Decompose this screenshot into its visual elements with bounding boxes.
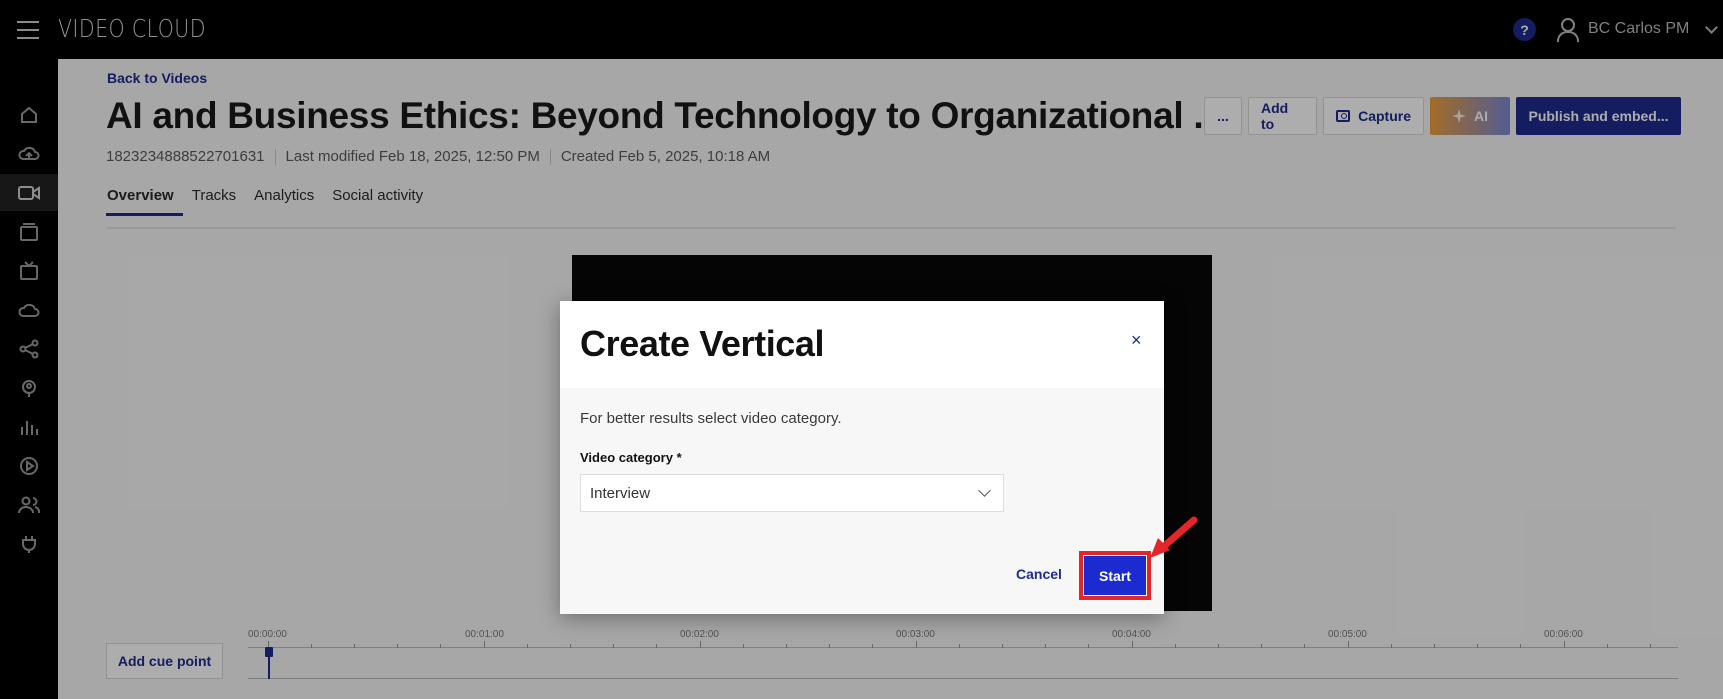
cancel-button[interactable]: Cancel [1016, 566, 1062, 582]
start-button[interactable]: Start [1084, 556, 1146, 595]
dialog-description: For better results select video category… [580, 410, 842, 427]
dialog-header: Create Vertical × [560, 301, 1164, 388]
selected-category: Interview [590, 484, 651, 502]
annotation-arrow-icon [1150, 516, 1198, 558]
dialog-title: Create Vertical [580, 323, 825, 364]
close-icon[interactable]: × [1131, 331, 1142, 349]
create-vertical-dialog: Create Vertical × For better results sel… [560, 301, 1164, 614]
video-category-select[interactable]: Interview [580, 474, 1004, 512]
chevron-down-icon [978, 484, 991, 497]
video-category-label: Video category * [580, 450, 682, 465]
